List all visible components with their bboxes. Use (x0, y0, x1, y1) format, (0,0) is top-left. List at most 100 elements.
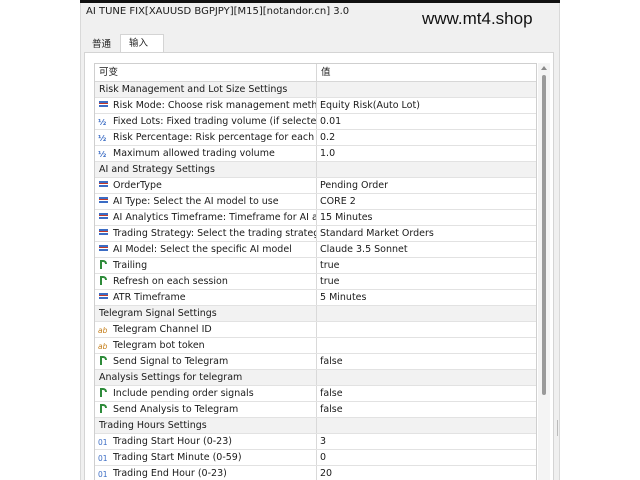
param-name-cell: ab Telegram Channel ID (95, 322, 317, 337)
enum-list-icon (98, 99, 110, 109)
param-row[interactable]: Send Analysis to Telegram false (95, 402, 536, 418)
param-name-cell: OrderType (95, 178, 317, 193)
param-value-cell[interactable]: 0.2 (317, 130, 536, 145)
param-value-cell (317, 82, 536, 97)
section-row: Analysis Settings for telegram (95, 370, 536, 386)
param-value-cell[interactable]: Claude 3.5 Sonnet (317, 242, 536, 257)
param-row[interactable]: 01 Trading Start Hour (0-23) 3 (95, 434, 536, 450)
param-label: Trading Strategy: Select the trading str… (113, 228, 317, 239)
param-row[interactable]: OrderType Pending Order (95, 178, 536, 194)
param-row[interactable]: AI Analytics Timeframe: Timeframe for AI… (95, 210, 536, 226)
param-value-cell[interactable]: 3 (317, 434, 536, 449)
param-value-cell (317, 306, 536, 321)
param-row[interactable]: ½ Fixed Lots: Fixed trading volume (if se… (95, 114, 536, 130)
param-label: Telegram bot token (113, 340, 205, 351)
enum-list-icon (98, 179, 110, 189)
param-value-cell[interactable]: 0.01 (317, 114, 536, 129)
param-label: Trading End Hour (0-23) (113, 468, 227, 479)
inputs-grid: 可变 值 Risk Management and Lot Size Settin… (94, 63, 537, 480)
param-label: Telegram Channel ID (113, 324, 212, 335)
param-name-cell: ½ Risk Percentage: Risk percentage for ea… (95, 130, 317, 145)
param-value-cell (317, 370, 536, 385)
window-top-edge (80, 0, 560, 3)
param-value-cell[interactable]: true (317, 258, 536, 273)
param-name-cell: 01 Trading End Hour (0-23) (95, 466, 317, 480)
param-row[interactable]: ab Telegram bot token (95, 338, 536, 354)
param-name-cell: AI and Strategy Settings (95, 162, 317, 177)
param-label: Trailing (113, 260, 148, 271)
boolean-arrow-icon (98, 403, 110, 413)
section-title: Analysis Settings for telegram (99, 372, 243, 383)
enum-list-icon (98, 291, 110, 301)
column-header-value[interactable]: 值 (317, 64, 331, 81)
vertical-scrollbar[interactable] (538, 63, 550, 480)
fraction-icon: ½ (98, 118, 107, 127)
param-label: Include pending order signals (113, 388, 254, 399)
param-value-cell[interactable]: true (317, 274, 536, 289)
fraction-icon: ½ (98, 150, 107, 159)
param-name-cell: 01 Trading Start Hour (0-23) (95, 434, 317, 449)
scrollbar-thumb[interactable] (542, 75, 546, 395)
param-name-cell: ½ Fixed Lots: Fixed trading volume (if se… (95, 114, 317, 129)
section-row: Telegram Signal Settings (95, 306, 536, 322)
param-value-cell[interactable] (317, 322, 536, 337)
param-name-cell: ATR Timeframe (95, 290, 317, 305)
param-value-cell[interactable]: 5 Minutes (317, 290, 536, 305)
param-row[interactable]: ATR Timeframe 5 Minutes (95, 290, 536, 306)
section-row: Trading Hours Settings (95, 418, 536, 434)
integer-01-icon: 01 (98, 438, 108, 447)
param-value-cell[interactable] (317, 338, 536, 353)
right-margin (560, 0, 640, 480)
param-row[interactable]: AI Type: Select the AI model to use CORE … (95, 194, 536, 210)
param-row[interactable]: AI Model: Select the specific AI model Cl… (95, 242, 536, 258)
param-label: Refresh on each session (113, 276, 228, 287)
param-label: Fixed Lots: Fixed trading volume (if sel… (113, 116, 317, 127)
param-label: Risk Mode: Choose risk management meth..… (113, 100, 317, 111)
enum-list-icon (98, 211, 110, 221)
param-value-cell[interactable]: 20 (317, 466, 536, 480)
param-label: AI Analytics Timeframe: Timeframe for AI… (113, 212, 317, 223)
param-value-cell[interactable]: Pending Order (317, 178, 536, 193)
column-header-variable[interactable]: 可变 (95, 64, 317, 81)
enum-list-icon (98, 227, 110, 237)
param-value-cell[interactable]: false (317, 354, 536, 369)
param-value-cell[interactable]: Equity Risk(Auto Lot) (317, 98, 536, 113)
resize-edge (557, 420, 561, 436)
fraction-icon: ½ (98, 134, 107, 143)
param-name-cell: Risk Mode: Choose risk management meth..… (95, 98, 317, 113)
param-name-cell: Send Analysis to Telegram (95, 402, 317, 417)
param-row[interactable]: 01 Trading End Hour (0-23) 20 (95, 466, 536, 480)
param-value-cell[interactable]: 15 Minutes (317, 210, 536, 225)
scroll-up-arrow-icon[interactable] (541, 66, 547, 70)
watermark-text: www.mt4.shop (422, 9, 533, 28)
param-value-cell[interactable]: false (317, 402, 536, 417)
param-name-cell: Include pending order signals (95, 386, 317, 401)
param-row[interactable]: Trailing true (95, 258, 536, 274)
param-row[interactable]: ½ Maximum allowed trading volume 1.0 (95, 146, 536, 162)
param-value-cell[interactable]: CORE 2 (317, 194, 536, 209)
string-ab-icon: ab (98, 342, 108, 351)
param-label: Send Analysis to Telegram (113, 404, 239, 415)
param-name-cell: Trading Strategy: Select the trading str… (95, 226, 317, 241)
param-row[interactable]: 01 Trading Start Minute (0-59) 0 (95, 450, 536, 466)
param-row[interactable]: ½ Risk Percentage: Risk percentage for ea… (95, 130, 536, 146)
boolean-arrow-icon (98, 355, 110, 365)
param-value-cell[interactable]: false (317, 386, 536, 401)
param-row[interactable]: Include pending order signals false (95, 386, 536, 402)
param-row[interactable]: Send Signal to Telegram false (95, 354, 536, 370)
param-label: Send Signal to Telegram (113, 356, 229, 367)
param-value-cell (317, 162, 536, 177)
param-value-cell[interactable]: Standard Market Orders (317, 226, 536, 241)
param-row[interactable]: ab Telegram Channel ID (95, 322, 536, 338)
param-row[interactable]: Refresh on each session true (95, 274, 536, 290)
param-value-cell (317, 418, 536, 433)
param-name-cell: AI Type: Select the AI model to use (95, 194, 317, 209)
boolean-arrow-icon (98, 275, 110, 285)
tab-inputs[interactable]: 输入 (120, 34, 164, 52)
param-row[interactable]: Trading Strategy: Select the trading str… (95, 226, 536, 242)
section-title: Risk Management and Lot Size Settings (99, 84, 288, 95)
param-value-cell[interactable]: 0 (317, 450, 536, 465)
integer-01-icon: 01 (98, 470, 108, 479)
param-value-cell[interactable]: 1.0 (317, 146, 536, 161)
param-row[interactable]: Risk Mode: Choose risk management meth..… (95, 98, 536, 114)
